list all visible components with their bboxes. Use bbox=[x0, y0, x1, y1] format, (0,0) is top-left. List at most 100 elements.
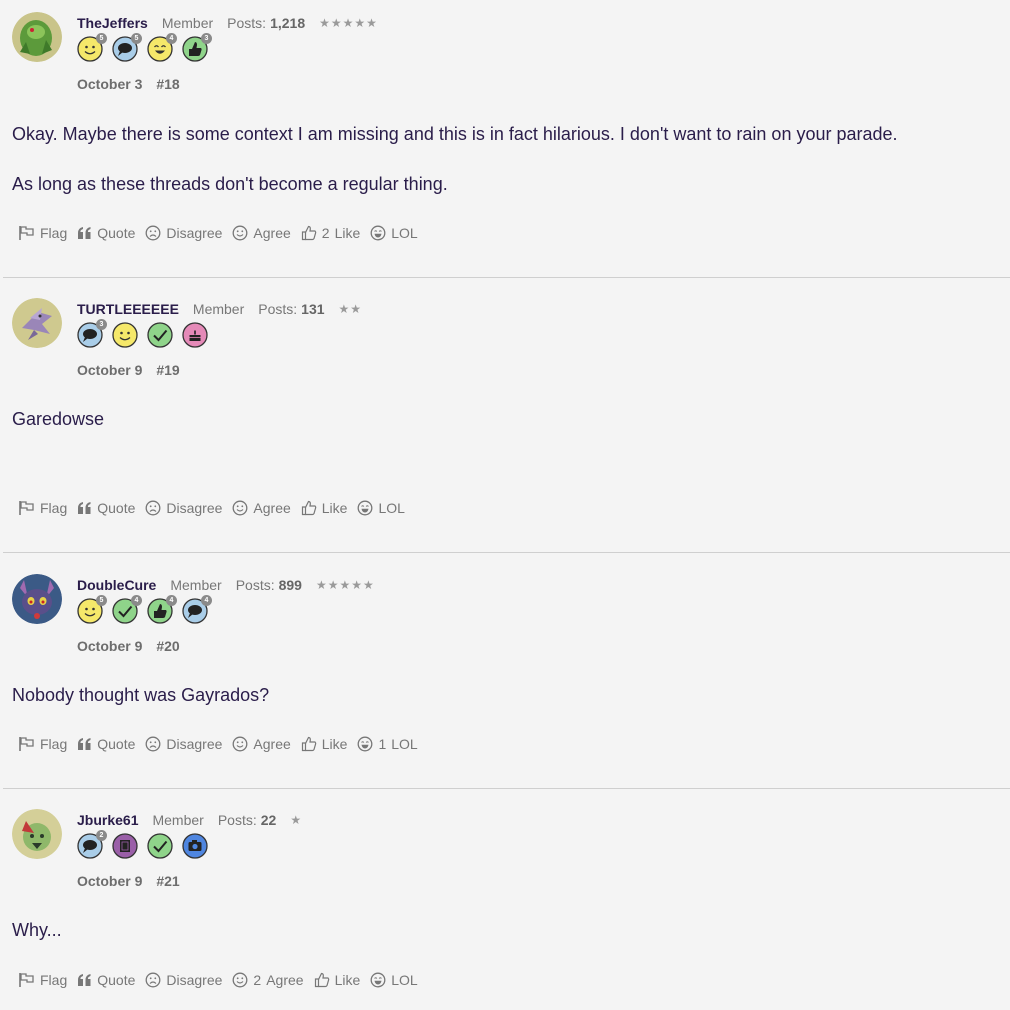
badge-count: 2 bbox=[96, 830, 107, 841]
flag-button[interactable]: Flag bbox=[18, 972, 67, 988]
user-role: Member bbox=[192, 301, 245, 317]
post-date-link[interactable]: October 3 bbox=[77, 76, 142, 92]
thumbs-up-badge-icon[interactable]: 3 bbox=[182, 33, 212, 62]
avatar-doublecure[interactable] bbox=[12, 574, 62, 624]
frown-icon bbox=[145, 225, 161, 241]
user-role: Member bbox=[152, 812, 204, 828]
speech-bubble-badge-icon[interactable]: 3 bbox=[77, 319, 107, 348]
badge-count: 5 bbox=[131, 33, 142, 44]
username-link[interactable]: TheJeffers bbox=[77, 15, 148, 31]
like-button[interactable]: Like bbox=[301, 736, 347, 752]
flag-icon bbox=[19, 501, 34, 515]
quote-icon bbox=[78, 227, 91, 239]
post-meta: TheJeffers Member Posts: 1,218 ★★★★★ bbox=[77, 12, 378, 34]
post-actions: Flag Quote Disagree 2 Agree Like LOL bbox=[18, 972, 428, 988]
agree-button[interactable]: Agree bbox=[232, 500, 291, 516]
smiley-badge-icon[interactable]: 5 bbox=[77, 595, 107, 624]
post-20: DoubleCure Member Posts: 899 ★★★★★ 5 4 4… bbox=[0, 574, 1010, 764]
flag-button[interactable]: Flag bbox=[18, 225, 67, 241]
quote-button[interactable]: Quote bbox=[77, 225, 135, 241]
agree-label: Agree bbox=[253, 736, 291, 752]
post-meta: DoubleCure Member Posts: 899 ★★★★★ bbox=[77, 574, 375, 596]
agree-button[interactable]: Agree bbox=[232, 736, 291, 752]
lol-button[interactable]: LOL bbox=[370, 972, 418, 988]
flag-label: Flag bbox=[40, 225, 68, 241]
like-button[interactable]: Like bbox=[314, 972, 361, 988]
rank-stars: ★ bbox=[290, 813, 303, 827]
username-link[interactable]: DoubleCure bbox=[77, 577, 156, 593]
username-link[interactable]: TURTLEEEEEE bbox=[77, 301, 179, 317]
avatar-thejeffers[interactable] bbox=[12, 12, 62, 62]
speech-bubble-badge-icon[interactable]: 2 bbox=[77, 830, 107, 859]
checkmark-badge-icon[interactable] bbox=[147, 322, 173, 348]
post-paragraph: Garedowse bbox=[12, 409, 105, 429]
disagree-button[interactable]: Disagree bbox=[145, 225, 222, 241]
smiley-badge-icon[interactable] bbox=[112, 322, 138, 348]
flag-icon bbox=[19, 737, 34, 751]
thumbs-up-badge-icon[interactable]: 4 bbox=[147, 595, 177, 624]
like-label: Like bbox=[321, 500, 348, 516]
post-date-link[interactable]: October 9 bbox=[77, 638, 142, 654]
agree-label: Agree bbox=[253, 500, 291, 516]
book-badge-icon[interactable] bbox=[112, 833, 138, 859]
frown-icon bbox=[145, 972, 161, 988]
badge-count: 4 bbox=[166, 33, 177, 44]
like-label: Like bbox=[334, 225, 361, 241]
disagree-button[interactable]: Disagree bbox=[145, 736, 222, 752]
post-number-link[interactable]: #21 bbox=[156, 873, 179, 889]
smiley-badge-icon[interactable]: 5 bbox=[77, 33, 107, 62]
laugh-badge-icon[interactable]: 4 bbox=[147, 33, 177, 62]
posts-label: Posts: bbox=[235, 577, 275, 593]
disagree-button[interactable]: Disagree bbox=[145, 972, 222, 988]
agree-button[interactable]: 2 Agree bbox=[232, 972, 304, 988]
lol-button[interactable]: 1 LOL bbox=[357, 736, 418, 752]
disagree-button[interactable]: Disagree bbox=[145, 500, 222, 516]
badge-row: 2 bbox=[77, 830, 217, 859]
post-content: Why... bbox=[12, 918, 62, 968]
like-label: Like bbox=[334, 972, 361, 988]
flag-button[interactable]: Flag bbox=[18, 500, 67, 516]
post-divider bbox=[3, 277, 1010, 278]
post-number-link[interactable]: #18 bbox=[156, 76, 179, 92]
post-content: Garedowse bbox=[12, 407, 104, 457]
flag-icon bbox=[19, 226, 34, 240]
quote-label: Quote bbox=[97, 736, 136, 752]
post-number-link[interactable]: #19 bbox=[156, 362, 179, 378]
laugh-icon bbox=[358, 500, 373, 516]
disagree-label: Disagree bbox=[166, 736, 223, 752]
camera-badge-icon[interactable] bbox=[182, 833, 208, 859]
agree-button[interactable]: Agree bbox=[232, 225, 291, 241]
agree-count: 2 bbox=[253, 972, 262, 988]
speech-bubble-badge-icon[interactable]: 5 bbox=[112, 33, 142, 62]
disagree-label: Disagree bbox=[166, 225, 223, 241]
quote-button[interactable]: Quote bbox=[77, 500, 135, 516]
checkmark-badge-icon[interactable]: 4 bbox=[112, 595, 142, 624]
post-date-link[interactable]: October 9 bbox=[77, 873, 142, 889]
post-paragraph: Okay. Maybe there is some context I am m… bbox=[12, 124, 898, 144]
post-date-link[interactable]: October 9 bbox=[77, 362, 142, 378]
agree-label: Agree bbox=[253, 225, 291, 241]
quote-label: Quote bbox=[97, 500, 136, 516]
posts-count: 131 bbox=[301, 301, 325, 317]
post-number-link[interactable]: #20 bbox=[156, 638, 179, 654]
quote-button[interactable]: Quote bbox=[77, 972, 135, 988]
quote-icon bbox=[78, 502, 91, 514]
lol-count: 1 bbox=[378, 736, 387, 752]
avatar-turtleeeeee[interactable] bbox=[12, 298, 62, 348]
avatar-jburke61[interactable] bbox=[12, 809, 62, 859]
disagree-label: Disagree bbox=[166, 972, 223, 988]
lol-button[interactable]: LOL bbox=[357, 500, 405, 516]
like-count: 2 bbox=[321, 225, 330, 241]
cake-badge-icon[interactable] bbox=[182, 322, 208, 348]
username-link[interactable]: Jburke61 bbox=[77, 812, 138, 828]
speech-bubble-badge-icon[interactable]: 4 bbox=[182, 595, 212, 624]
quote-button[interactable]: Quote bbox=[77, 736, 135, 752]
checkmark-badge-icon[interactable] bbox=[147, 833, 173, 859]
lol-button[interactable]: LOL bbox=[370, 225, 418, 241]
posts-count: 899 bbox=[278, 577, 302, 593]
like-button[interactable]: 2 Like bbox=[301, 225, 360, 241]
lol-label: LOL bbox=[391, 736, 418, 752]
flag-button[interactable]: Flag bbox=[18, 736, 67, 752]
like-button[interactable]: Like bbox=[301, 500, 348, 516]
badge-count: 4 bbox=[201, 595, 212, 606]
